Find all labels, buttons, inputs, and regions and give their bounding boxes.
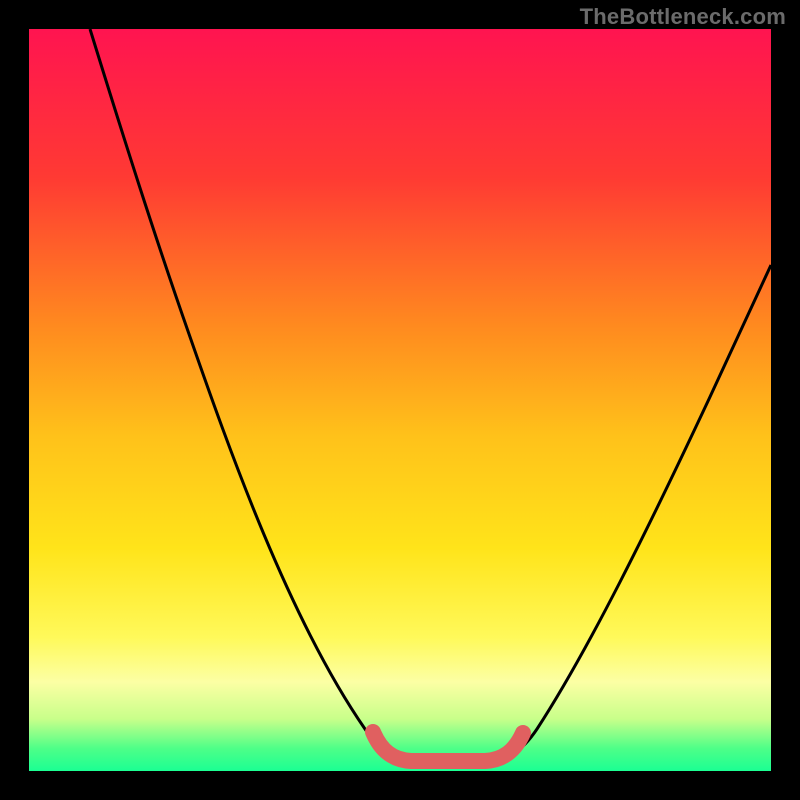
chart-svg — [29, 29, 771, 771]
gradient-background — [29, 29, 771, 771]
plot-area — [29, 29, 771, 771]
chart-frame: TheBottleneck.com — [0, 0, 800, 800]
watermark-label: TheBottleneck.com — [580, 4, 786, 30]
